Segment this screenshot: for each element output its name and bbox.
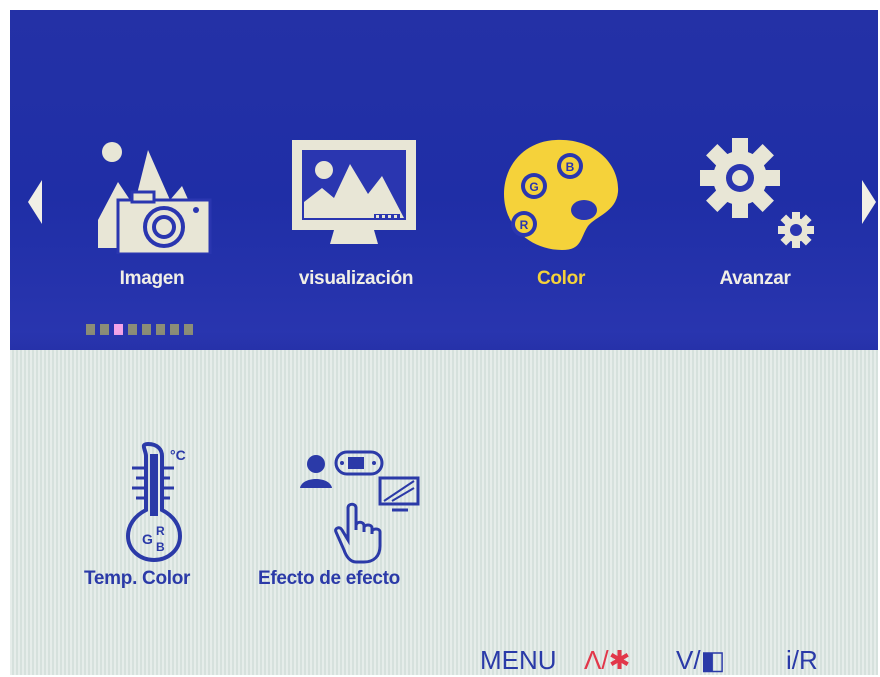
page-dot [170,324,179,335]
thermo-letter-b: B [156,540,165,554]
tab-color[interactable]: B G R [496,130,626,254]
palette-letter-r: R [520,218,529,232]
thermo-letter-r: R [156,524,165,538]
tab-imagen[interactable] [90,130,214,254]
tab-color-label: Color [536,268,586,289]
tab-imagen-label: Imagen [119,268,185,289]
page-dot [156,324,165,335]
arrow-left-icon[interactable] [28,180,42,224]
hint-down: V/◧ [676,645,726,675]
tab-visualizacion-label: visualización [298,268,414,289]
palette-letter-b: B [566,160,575,174]
thermometer-icon: °C G R B [125,441,186,563]
page-dot [100,324,109,335]
page-dot-active [114,324,123,335]
hint-input: i/R [786,645,818,675]
hint-up: Λ/✱ [584,645,631,675]
thermo-letter-g: G [142,531,153,547]
page-dot [128,324,137,335]
main-menu-bar: Imagen visualización B G R Color Avanzar [10,10,878,350]
page-indicator [86,324,193,335]
submenu-label-temp-color[interactable]: Temp. Color [84,568,190,590]
gears-icon [700,138,814,248]
display-monitor-icon [292,140,416,244]
page-dot [142,324,151,335]
submenu-item-temp-color[interactable]: °C G R B [110,438,200,567]
celsius-unit: °C [170,447,186,463]
effect-scene-icon [300,450,420,564]
tab-avanzar[interactable] [696,130,826,254]
submenu-label-efecto[interactable]: Efecto de efecto [258,568,400,590]
tab-visualizacion[interactable] [286,130,426,254]
image-camera-icon [98,142,212,254]
tab-avanzar-label: Avanzar [719,268,791,289]
hint-menu: MENU [480,645,557,675]
arrow-right-icon[interactable] [862,180,876,224]
palette-icon: B G R [504,139,619,250]
submenu-item-efecto[interactable] [296,446,428,571]
osd-screen: Imagen visualización B G R Color Avanzar… [10,10,878,675]
page-dot [86,324,95,335]
page-dot [184,324,193,335]
palette-letter-g: G [529,180,538,194]
